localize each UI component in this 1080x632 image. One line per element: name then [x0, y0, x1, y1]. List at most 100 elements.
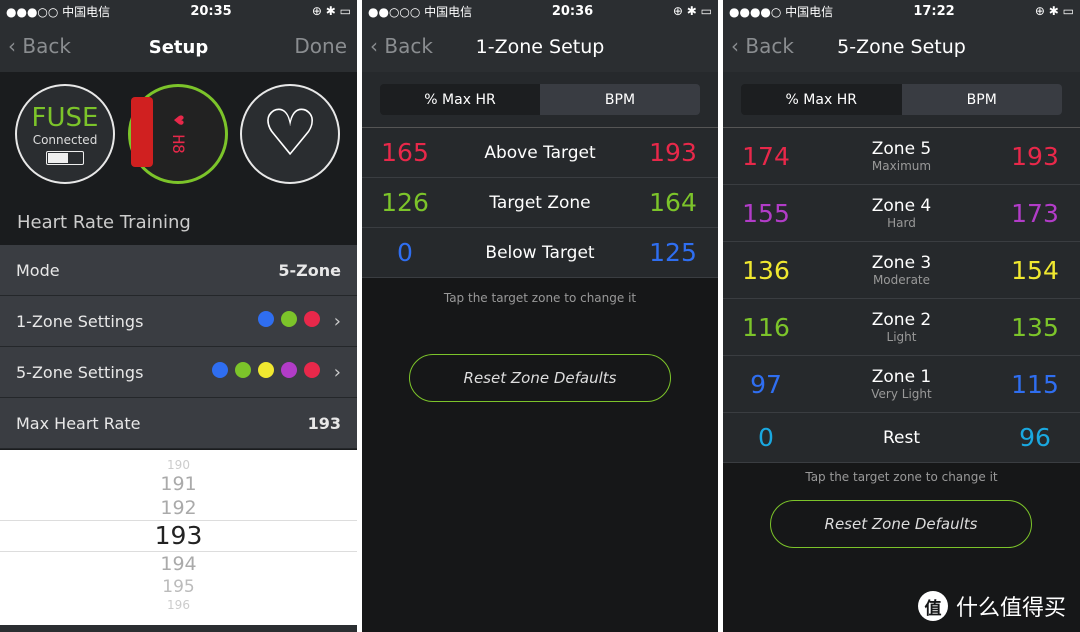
- page-title: 5-Zone Setup: [837, 36, 966, 58]
- zone-low[interactable]: 0: [731, 423, 801, 452]
- row-value: 5-Zone: [278, 260, 341, 280]
- back-button[interactable]: ‹ Back: [8, 34, 71, 58]
- picker-option[interactable]: 195: [0, 576, 357, 598]
- zone-row[interactable]: 97 Zone 1 Very Light 115: [723, 356, 1080, 413]
- heart-rate-button[interactable]: ♡: [240, 84, 340, 184]
- band-image[interactable]: ♥ H8: [128, 84, 228, 184]
- zone-low[interactable]: 165: [370, 138, 440, 167]
- nav-bar: ‹ Back Setup Done: [0, 22, 357, 72]
- zone-low[interactable]: 0: [370, 238, 440, 267]
- segment-bpm[interactable]: BPM: [540, 84, 700, 115]
- segment-max-hr[interactable]: % Max HR: [741, 84, 902, 115]
- mode-row[interactable]: Mode 5-Zone: [0, 245, 357, 296]
- zone-high[interactable]: 173: [1000, 199, 1070, 228]
- picker-selected[interactable]: 193: [0, 520, 357, 552]
- battery-icon: [46, 151, 84, 165]
- zone-high[interactable]: 193: [1000, 142, 1070, 171]
- zone-high[interactable]: 135: [1000, 313, 1070, 342]
- back-label: Back: [745, 34, 794, 58]
- heart-icon: ♡: [261, 97, 319, 171]
- zone-label: Zone 2 Light: [872, 310, 932, 344]
- zone-subtitle: Light: [886, 330, 917, 344]
- status-icons: ⊕ ✱ ▭: [311, 4, 351, 18]
- zone-row[interactable]: 155 Zone 4 Hard 173: [723, 185, 1080, 242]
- zone-label: Zone 1 Very Light: [871, 367, 931, 401]
- zone-high[interactable]: 154: [1000, 256, 1070, 285]
- zone-row[interactable]: 0 Below Target 125: [362, 228, 718, 278]
- max-heart-rate-picker[interactable]: 190 191 192 193 194 195 196: [0, 450, 357, 625]
- zone-name: Zone 5: [871, 139, 932, 159]
- time: 20:36: [551, 3, 594, 19]
- watermark-text: 什么值得买: [955, 596, 1066, 621]
- zone-list: 174 Zone 5 Maximum 193 155 Zone 4 Hard 173 1…: [723, 127, 1080, 463]
- zone-row[interactable]: 136 Zone 3 Moderate 154: [723, 242, 1080, 299]
- back-label: Back: [384, 34, 433, 58]
- time: 20:35: [190, 3, 232, 19]
- zone-low[interactable]: 174: [731, 142, 801, 171]
- zone-low[interactable]: 126: [370, 188, 440, 217]
- zone-label: Above Target: [484, 143, 595, 163]
- row-label: Mode: [16, 260, 60, 280]
- zone-label: Target Zone: [489, 193, 590, 213]
- zone-low[interactable]: 136: [731, 256, 801, 285]
- segment-bpm[interactable]: BPM: [901, 84, 1062, 115]
- zone-high[interactable]: 193: [638, 138, 708, 167]
- zone-high[interactable]: 96: [1000, 423, 1070, 452]
- zone-color-dots: [251, 311, 320, 331]
- reset-zone-defaults-button[interactable]: Reset Zone Defaults: [409, 354, 671, 402]
- zone-color-dot: [257, 311, 274, 327]
- zone-row[interactable]: 174 Zone 5 Maximum 193: [723, 128, 1080, 185]
- segment-max-hr[interactable]: % Max HR: [380, 84, 540, 115]
- zone-label: Zone 4 Hard: [872, 196, 932, 230]
- reset-zone-defaults-button[interactable]: Reset Zone Defaults: [770, 500, 1032, 548]
- back-button[interactable]: ‹ Back: [731, 34, 794, 58]
- zone-high[interactable]: 115: [1000, 370, 1070, 399]
- carrier: ●●●○○ 中国电信: [6, 4, 111, 19]
- row-label: 1-Zone Settings: [16, 311, 144, 331]
- zone-color-dot: [280, 362, 297, 378]
- unit-segmented-control: % Max HR BPM: [741, 84, 1062, 115]
- max-heart-rate-row[interactable]: Max Heart Rate 193: [0, 398, 357, 449]
- picker-option[interactable]: 196: [0, 598, 357, 612]
- picker-option[interactable]: 194: [0, 552, 357, 576]
- zone-low[interactable]: 155: [731, 199, 801, 228]
- back-button[interactable]: ‹ Back: [370, 34, 433, 58]
- zone-low[interactable]: 116: [731, 313, 801, 342]
- status-icons: ⊕ ✱ ▭: [672, 4, 712, 18]
- zone-row[interactable]: 165 Above Target 193: [362, 128, 718, 178]
- five-zone-settings-row[interactable]: 5-Zone Settings ›: [0, 347, 357, 398]
- zone-low[interactable]: 97: [731, 370, 801, 399]
- zone-color-dot: [280, 311, 297, 327]
- picker-option[interactable]: 190: [0, 458, 357, 472]
- one-zone-settings-row[interactable]: 1-Zone Settings ›: [0, 296, 357, 347]
- zone-label: Below Target: [485, 243, 594, 263]
- done-button[interactable]: Done: [294, 34, 347, 58]
- device-status-button[interactable]: FUSE Connected: [15, 84, 115, 184]
- setup-screen: ●●●○○ 中国电信 20:35 ⊕ ✱ ▭ ‹ Back Setup Done F…: [0, 0, 357, 632]
- zone-subtitle: Maximum: [871, 159, 932, 173]
- zone-name: Zone 3: [871, 253, 932, 273]
- zone-label: Zone 3 Moderate: [872, 253, 932, 287]
- zone-color-dot: [303, 362, 320, 378]
- zone-name: Zone 4: [871, 196, 932, 216]
- row-label: Max Heart Rate: [16, 413, 141, 433]
- page-title: Setup: [148, 36, 209, 58]
- page-title: 1-Zone Setup: [475, 36, 605, 58]
- zone-row[interactable]: 126 Target Zone 164: [362, 178, 718, 228]
- time: 17:22: [913, 3, 955, 19]
- status-bar: ●●●●○ 中国电信 17:22 ⊕ ✱ ▭: [723, 0, 1080, 22]
- settings-list: Mode 5-Zone 1-Zone Settings › 5-Zone Setti…: [0, 245, 357, 449]
- zone-label: Rest: [883, 428, 920, 448]
- picker-option[interactable]: 191: [0, 472, 357, 496]
- band-display-icon: ♥ H8: [168, 114, 188, 154]
- row-label: 5-Zone Settings: [16, 362, 144, 382]
- zone-subtitle: Moderate: [872, 273, 931, 287]
- toolbar-edge: [0, 625, 357, 632]
- zone-high[interactable]: 125: [638, 238, 708, 267]
- chevron-right-icon: ›: [333, 310, 341, 332]
- zone-name: Rest: [882, 427, 921, 448]
- zone-high[interactable]: 164: [638, 188, 708, 217]
- zone-row[interactable]: 0 Rest 96: [723, 413, 1080, 463]
- zone-row[interactable]: 116 Zone 2 Light 135: [723, 299, 1080, 356]
- picker-option[interactable]: 192: [0, 496, 357, 520]
